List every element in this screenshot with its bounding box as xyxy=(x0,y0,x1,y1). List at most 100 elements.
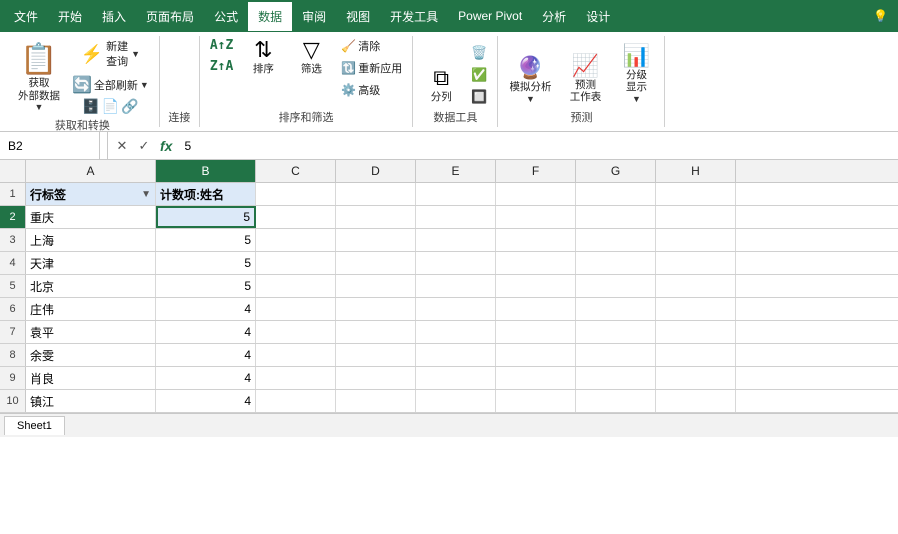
cell-F10[interactable] xyxy=(496,390,576,412)
split-column-button[interactable]: ⧉ 分列 xyxy=(419,64,463,107)
cell-B7[interactable]: 4 xyxy=(156,321,256,343)
properties-icon[interactable]: 📄 xyxy=(102,98,119,115)
cell-H10[interactable] xyxy=(656,390,736,412)
cell-F6[interactable] xyxy=(496,298,576,320)
col-header-F[interactable]: F xyxy=(496,160,576,182)
cell-F9[interactable] xyxy=(496,367,576,389)
data-validate-button[interactable]: ✅ xyxy=(467,65,491,85)
cell-H8[interactable] xyxy=(656,344,736,366)
cell-H6[interactable] xyxy=(656,298,736,320)
row-num-2[interactable]: 2 xyxy=(0,206,26,228)
col-header-C[interactable]: C xyxy=(256,160,336,182)
edit-links-icon[interactable]: 🔗 xyxy=(121,98,138,115)
tab-design[interactable]: 设计 xyxy=(576,2,620,31)
col-header-G[interactable]: G xyxy=(576,160,656,182)
cell-A5[interactable]: 北京 xyxy=(26,275,156,297)
cell-A9[interactable]: 肖良 xyxy=(26,367,156,389)
row-num-1[interactable]: 1 xyxy=(0,183,26,205)
row-num-6[interactable]: 6 xyxy=(0,298,26,320)
cell-G6[interactable] xyxy=(576,298,656,320)
help-icon[interactable]: 💡 xyxy=(863,3,898,29)
cell-E3[interactable] xyxy=(416,229,496,251)
cell-C3[interactable] xyxy=(256,229,336,251)
cell-B9[interactable]: 4 xyxy=(156,367,256,389)
cell-F3[interactable] xyxy=(496,229,576,251)
cell-A6[interactable]: 庄伟 xyxy=(26,298,156,320)
cell-E5[interactable] xyxy=(416,275,496,297)
col-header-H[interactable]: H xyxy=(656,160,736,182)
cell-C2[interactable] xyxy=(256,206,336,228)
formula-input[interactable] xyxy=(180,139,898,153)
row-num-3[interactable]: 3 xyxy=(0,229,26,251)
cell-C4[interactable] xyxy=(256,252,336,274)
cell-B4[interactable]: 5 xyxy=(156,252,256,274)
cell-D3[interactable] xyxy=(336,229,416,251)
cell-G3[interactable] xyxy=(576,229,656,251)
row-num-5[interactable]: 5 xyxy=(0,275,26,297)
cell-B6[interactable]: 4 xyxy=(156,298,256,320)
cell-E1[interactable] xyxy=(416,183,496,205)
cell-D1[interactable] xyxy=(336,183,416,205)
cell-B8[interactable]: 4 xyxy=(156,344,256,366)
corner-cell[interactable] xyxy=(0,160,26,182)
filter-button[interactable]: ▽ 筛选 xyxy=(289,36,333,79)
advanced-button[interactable]: ⚙️ 高级 xyxy=(337,80,406,100)
cell-E10[interactable] xyxy=(416,390,496,412)
clear-button[interactable]: 🧹 清除 xyxy=(337,36,406,56)
cell-H1[interactable] xyxy=(656,183,736,205)
tab-review[interactable]: 审阅 xyxy=(292,2,336,31)
cell-G1[interactable] xyxy=(576,183,656,205)
cell-B5[interactable]: 5 xyxy=(156,275,256,297)
sort-button[interactable]: ⇅ 排序 xyxy=(241,36,285,79)
cell-G2[interactable] xyxy=(576,206,656,228)
cell-E2[interactable] xyxy=(416,206,496,228)
new-query-button[interactable]: ⚡ 新建 查询 ▼ xyxy=(76,36,145,72)
cell-A2[interactable]: 重庆 xyxy=(26,206,156,228)
tab-developer[interactable]: 开发工具 xyxy=(380,2,448,31)
col-header-A[interactable]: A xyxy=(26,160,156,182)
group-outline-button[interactable]: 📊 分级显示 ▼ xyxy=(614,42,658,107)
sort-az-button[interactable]: A↑Z xyxy=(206,36,237,55)
cell-G4[interactable] xyxy=(576,252,656,274)
cell-C5[interactable] xyxy=(256,275,336,297)
cell-B10[interactable]: 4 xyxy=(156,390,256,412)
cell-B1[interactable]: 计数项:姓名 xyxy=(156,183,256,205)
cell-E6[interactable] xyxy=(416,298,496,320)
cell-C6[interactable] xyxy=(256,298,336,320)
cell-F2[interactable] xyxy=(496,206,576,228)
cell-F8[interactable] xyxy=(496,344,576,366)
cell-G9[interactable] xyxy=(576,367,656,389)
cell-D6[interactable] xyxy=(336,298,416,320)
tab-view[interactable]: 视图 xyxy=(336,2,380,31)
cell-reference-box[interactable]: B2 xyxy=(0,132,100,160)
cell-D7[interactable] xyxy=(336,321,416,343)
cell-H7[interactable] xyxy=(656,321,736,343)
cell-H4[interactable] xyxy=(656,252,736,274)
tab-home[interactable]: 开始 xyxy=(48,2,92,31)
cell-C8[interactable] xyxy=(256,344,336,366)
cell-G8[interactable] xyxy=(576,344,656,366)
col-header-B[interactable]: B xyxy=(156,160,256,182)
cell-C10[interactable] xyxy=(256,390,336,412)
tab-power-pivot[interactable]: Power Pivot xyxy=(448,3,532,29)
connection-icon[interactable]: 🗄️ xyxy=(82,98,99,115)
cell-G7[interactable] xyxy=(576,321,656,343)
cell-D9[interactable] xyxy=(336,367,416,389)
row-num-9[interactable]: 9 xyxy=(0,367,26,389)
cell-H3[interactable] xyxy=(656,229,736,251)
filter-dropdown-A1[interactable]: ▼ xyxy=(141,189,151,200)
row-num-10[interactable]: 10 xyxy=(0,390,26,412)
cell-H2[interactable] xyxy=(656,206,736,228)
cell-E7[interactable] xyxy=(416,321,496,343)
cell-A8[interactable]: 余雯 xyxy=(26,344,156,366)
cancel-formula-button[interactable]: ✕ xyxy=(112,136,132,156)
get-external-data-button[interactable]: 📋 获取外部数据 ▼ xyxy=(12,42,66,115)
what-if-button[interactable]: 🔮 模拟分析 ▼ xyxy=(504,54,556,107)
cell-A1[interactable]: 行标签 ▼ xyxy=(26,183,156,205)
remove-dup-button[interactable]: 🗑️ xyxy=(467,43,491,63)
confirm-formula-button[interactable]: ✓ xyxy=(134,136,154,156)
cell-G5[interactable] xyxy=(576,275,656,297)
row-num-8[interactable]: 8 xyxy=(0,344,26,366)
cell-H9[interactable] xyxy=(656,367,736,389)
cell-B2[interactable]: 5 xyxy=(156,206,256,228)
